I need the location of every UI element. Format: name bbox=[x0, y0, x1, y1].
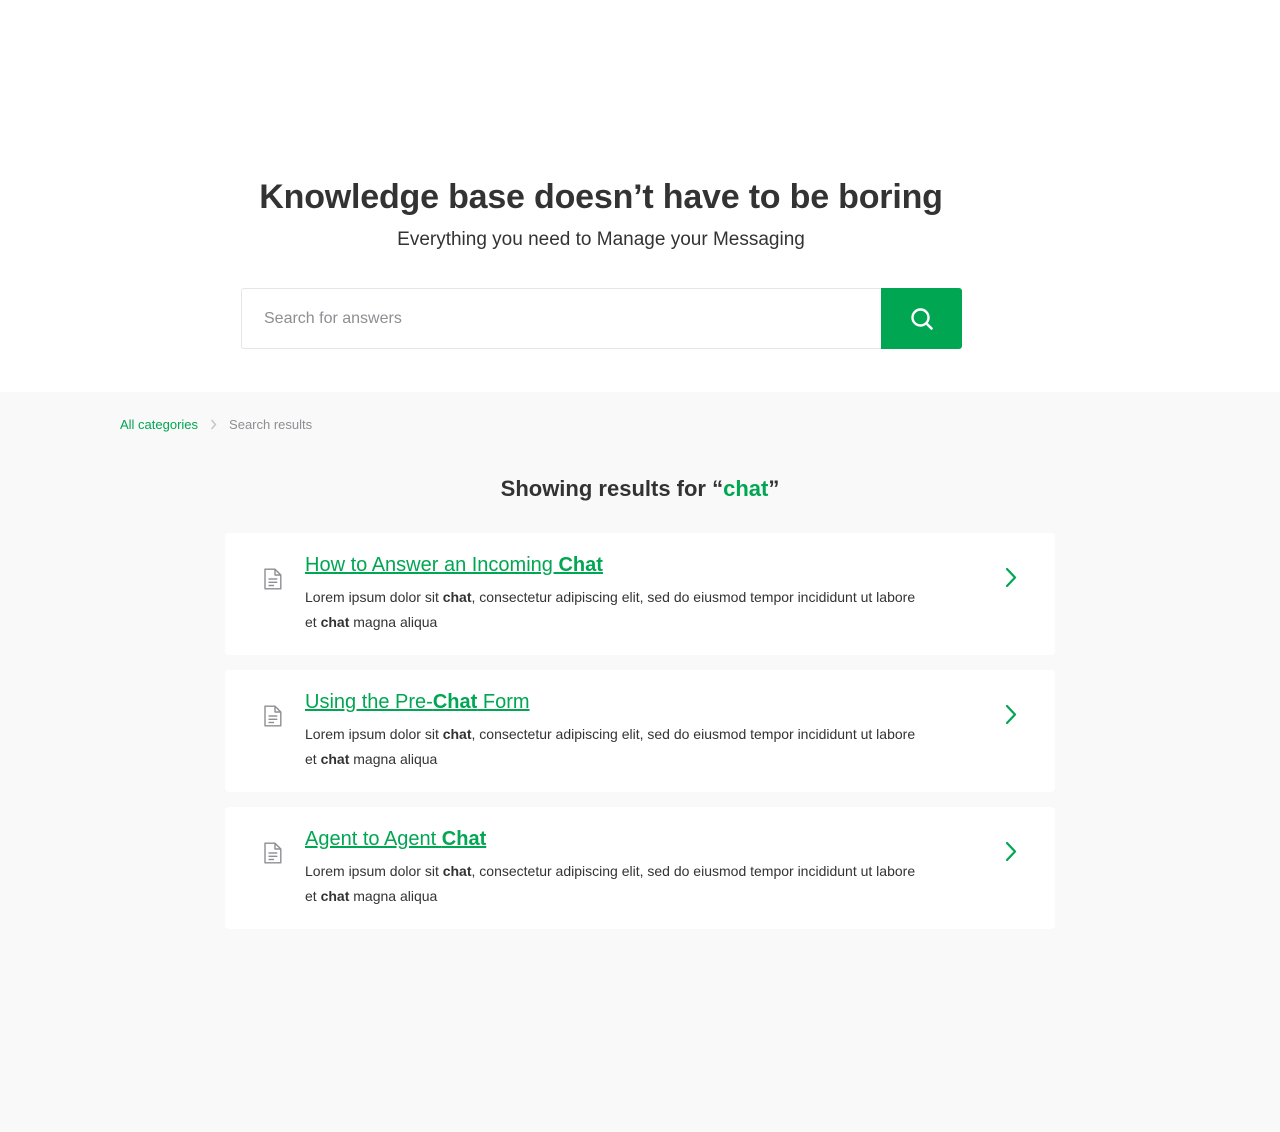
result-title-highlight: Chat bbox=[558, 554, 603, 576]
document-icon bbox=[263, 705, 282, 732]
result-title-link[interactable]: Using the Pre-Chat Form bbox=[305, 691, 530, 714]
snippet-highlight: chat bbox=[320, 888, 350, 904]
search-button[interactable] bbox=[881, 288, 962, 349]
page-subtitle: Everything you need to Manage your Messa… bbox=[397, 229, 805, 250]
result-card[interactable]: Agent to Agent Chat Lorem ipsum dolor si… bbox=[225, 807, 1055, 929]
results-heading: Showing results for “chat” bbox=[0, 476, 1280, 502]
snippet-highlight: chat bbox=[320, 751, 350, 767]
snippet-highlight: chat bbox=[320, 614, 350, 630]
snippet-text: Lorem ipsum dolor sit bbox=[305, 589, 443, 605]
snippet-text: magna aliqua bbox=[349, 751, 438, 767]
result-title-link[interactable]: How to Answer an Incoming Chat bbox=[305, 554, 603, 577]
result-title-link[interactable]: Agent to Agent Chat bbox=[305, 828, 486, 851]
search-icon bbox=[910, 307, 933, 330]
result-title-text-end: Form bbox=[477, 691, 530, 713]
result-card[interactable]: Using the Pre-Chat Form Lorem ipsum dolo… bbox=[225, 670, 1055, 792]
result-title-text: How to Answer an Incoming bbox=[305, 554, 559, 576]
chevron-right-icon[interactable] bbox=[1005, 704, 1017, 730]
results-heading-suffix: ” bbox=[768, 476, 780, 501]
chevron-right-icon[interactable] bbox=[1005, 841, 1017, 867]
snippet-text: magna aliqua bbox=[349, 614, 438, 630]
chevron-right-icon[interactable] bbox=[1005, 567, 1017, 593]
page-title: Knowledge base doesn’t have to be boring bbox=[259, 178, 943, 216]
search-term: chat bbox=[723, 476, 769, 501]
search-input[interactable] bbox=[242, 289, 882, 348]
snippet-text: Lorem ipsum dolor sit bbox=[305, 726, 443, 742]
result-title-highlight: Chat bbox=[432, 691, 478, 713]
result-card[interactable]: How to Answer an Incoming Chat Lorem ips… bbox=[225, 533, 1055, 655]
breadcrumb: All categories Search results bbox=[120, 415, 312, 433]
result-title-highlight: Chat bbox=[441, 828, 487, 850]
result-snippet: Lorem ipsum dolor sit chat, consectetur … bbox=[305, 722, 920, 772]
search-bar bbox=[241, 288, 962, 349]
hero-section: Knowledge base doesn’t have to be boring… bbox=[0, 0, 1280, 392]
document-icon bbox=[263, 842, 282, 869]
result-snippet: Lorem ipsum dolor sit chat, consectetur … bbox=[305, 859, 920, 909]
result-title-text: Using the Pre- bbox=[305, 691, 433, 713]
results-heading-prefix: Showing results for “ bbox=[500, 476, 724, 501]
snippet-highlight: chat bbox=[442, 589, 472, 605]
snippet-highlight: chat bbox=[442, 726, 472, 742]
snippet-text: magna aliqua bbox=[349, 888, 438, 904]
breadcrumb-current: Search results bbox=[229, 416, 313, 432]
chevron-right-icon bbox=[210, 419, 217, 430]
result-title-text: Agent to Agent bbox=[305, 828, 442, 850]
breadcrumb-all-categories[interactable]: All categories bbox=[120, 417, 198, 432]
snippet-text: Lorem ipsum dolor sit bbox=[305, 863, 443, 879]
document-icon bbox=[263, 568, 282, 595]
result-snippet: Lorem ipsum dolor sit chat, consectetur … bbox=[305, 585, 920, 635]
snippet-highlight: chat bbox=[442, 863, 472, 879]
